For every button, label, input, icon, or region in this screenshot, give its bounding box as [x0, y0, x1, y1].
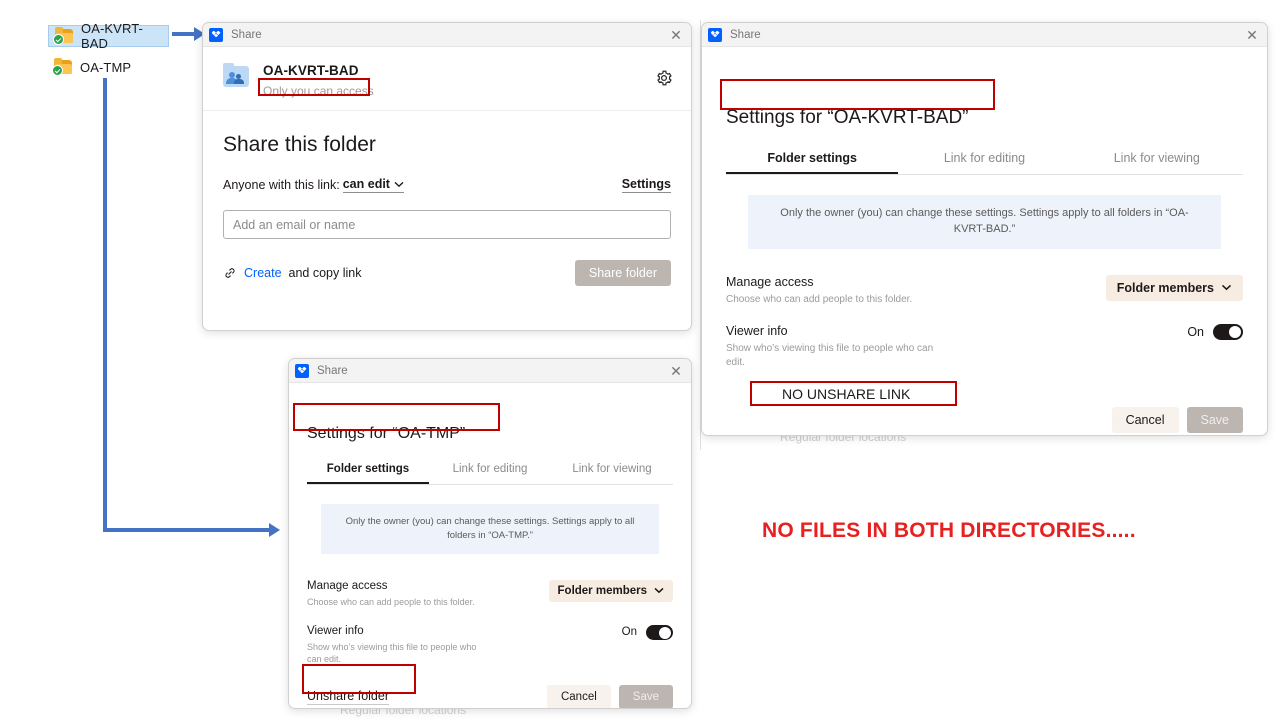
folder-synced-icon	[52, 57, 72, 76]
unshare-folder-link[interactable]: Unshare folder	[307, 689, 389, 705]
close-icon[interactable]: ✕	[1243, 28, 1261, 42]
manage-access-value: Folder members	[1116, 280, 1214, 295]
search-input[interactable]	[223, 210, 671, 239]
create-link-text: Create	[244, 266, 282, 280]
shared-folder-name: OA-KVRT-BAD	[263, 63, 359, 78]
page-title: Settings for “OA-KVRT-BAD”	[726, 107, 969, 128]
tab-folder-settings[interactable]: Folder settings	[307, 463, 429, 484]
share-dialog-body: Share this folder Anyone with this link:…	[203, 111, 691, 296]
viewer-info-description: Show who’s viewing this file to people w…	[307, 641, 477, 664]
settings-kvrt-body: Settings for “OA-KVRT-BAD” Folder settin…	[702, 47, 1267, 435]
gear-icon[interactable]	[655, 69, 673, 87]
arrow-3-vertical	[103, 78, 107, 528]
dropbox-icon	[295, 363, 309, 378]
share-dialog-header: OA-KVRT-BAD Only you can access	[203, 47, 691, 111]
viewer-info-toggle[interactable]	[646, 624, 673, 640]
save-button[interactable]: Save	[618, 685, 673, 708]
manage-access-value: Folder members	[557, 584, 647, 597]
folder-label: OA-KVRT-BAD	[81, 21, 143, 51]
settings-kvrt-footer: Cancel Save	[726, 407, 1243, 433]
share-folder-button[interactable]: Share folder	[574, 260, 671, 286]
manage-access-description: Choose who can add people to this folder…	[726, 293, 913, 305]
sidebar-item-oa-tmp[interactable]: OA-TMP	[48, 56, 139, 78]
manage-access-row: Manage access Choose who can add people …	[307, 579, 673, 608]
manage-access-dropdown[interactable]: Folder members	[1105, 274, 1243, 301]
copy-link-text: and copy link	[288, 266, 362, 280]
settings-kvrt-titlebar: Share ✕	[702, 23, 1267, 47]
viewer-info-toggle[interactable]	[1213, 324, 1243, 341]
owner-notice: Only the owner (you) can change these se…	[321, 504, 659, 554]
manage-access-description: Choose who can add people to this folder…	[307, 596, 475, 607]
settings-tabs: Folder settings Link for editing Link fo…	[307, 463, 673, 485]
chevron-down-icon	[654, 587, 664, 594]
cancel-button[interactable]: Cancel	[1111, 407, 1179, 433]
create-and-copy-link[interactable]: Create and copy link	[223, 266, 362, 280]
manage-access-label: Manage access	[307, 579, 388, 592]
manage-access-dropdown[interactable]: Folder members	[548, 579, 673, 602]
settings-kvrt-dialog: Share ✕ Settings for “OA-KVRT-BAD” Folde…	[701, 22, 1268, 436]
arrow-1-shaft	[172, 32, 196, 36]
manage-access-label: Manage access	[726, 274, 814, 289]
chevron-down-icon	[394, 181, 404, 187]
folder-label: OA-TMP	[80, 59, 132, 75]
settings-tmp-titlebar: Share ✕	[289, 359, 691, 383]
access-status: Only you can access	[263, 84, 374, 98]
settings-tmp-dialog: Share ✕ Settings for “OA-TMP” Folder set…	[288, 358, 692, 709]
manage-access-row: Manage access Choose who can add people …	[726, 274, 1243, 307]
link-permission-row: Anyone with this link: can edit Settings	[223, 177, 671, 193]
settings-tmp-body: Settings for “OA-TMP” Folder settings Li…	[289, 383, 691, 708]
chevron-down-icon	[1221, 285, 1232, 291]
page-title: Share this folder	[223, 133, 376, 156]
titlebar-title: Share	[231, 28, 262, 41]
dropbox-icon	[708, 27, 722, 42]
titlebar-title: Share	[730, 28, 761, 41]
arrow-3-head	[269, 523, 280, 537]
link-permission-dropdown[interactable]: can edit	[342, 177, 404, 193]
tab-link-for-viewing[interactable]: Link for viewing	[1071, 151, 1243, 174]
tab-link-for-viewing[interactable]: Link for viewing	[551, 463, 673, 484]
share-dialog-actions: Create and copy link Share folder	[223, 260, 671, 286]
settings-tabs: Folder settings Link for editing Link fo…	[726, 151, 1243, 175]
save-button[interactable]: Save	[1186, 407, 1243, 433]
folder-synced-icon	[53, 26, 73, 45]
tab-link-for-editing[interactable]: Link for editing	[898, 151, 1070, 174]
settings-link[interactable]: Settings	[621, 177, 671, 193]
shared-folder-icon	[223, 63, 249, 87]
viewer-info-label: Viewer info	[307, 624, 364, 637]
no-files-note: NO FILES IN BOTH DIRECTORIES.....	[762, 519, 1136, 542]
viewer-info-label: Viewer info	[726, 324, 788, 339]
share-folder-dialog: Share ✕ OA-KVRT-BAD Only you can access …	[202, 22, 692, 331]
dropbox-icon	[209, 27, 223, 42]
viewer-info-state: On	[1187, 325, 1204, 340]
settings-tmp-footer: Unshare folder Cancel Save	[307, 685, 673, 708]
close-icon[interactable]: ✕	[667, 364, 685, 378]
link-permission-value: can edit	[342, 177, 390, 191]
titlebar-title: Share	[317, 364, 348, 377]
close-icon[interactable]: ✕	[667, 28, 685, 42]
sidebar-item-oa-kvrt-bad[interactable]: OA-KVRT-BAD	[48, 21, 169, 51]
viewer-info-row: Viewer info Show who’s viewing this file…	[726, 324, 1243, 369]
cancel-button[interactable]: Cancel	[546, 685, 611, 708]
tab-folder-settings[interactable]: Folder settings	[726, 151, 898, 174]
owner-notice: Only the owner (you) can change these se…	[748, 195, 1221, 249]
no-unshare-link-note: NO UNSHARE LINK	[782, 386, 911, 402]
screenshot-canvas: Regular folder locations Regular folder …	[0, 0, 1280, 720]
link-permission-label: Anyone with this link:	[223, 178, 340, 192]
link-icon	[225, 268, 235, 278]
share-dialog-titlebar: Share ✕	[203, 23, 691, 47]
viewer-info-row: Viewer info Show who’s viewing this file…	[307, 624, 673, 665]
viewer-info-state: On	[621, 626, 637, 639]
viewer-info-description: Show who’s viewing this file to people w…	[726, 343, 934, 368]
tab-link-for-editing[interactable]: Link for editing	[429, 463, 551, 484]
arrow-3-horizontal	[103, 528, 271, 532]
page-title: Settings for “OA-TMP”	[307, 425, 466, 442]
